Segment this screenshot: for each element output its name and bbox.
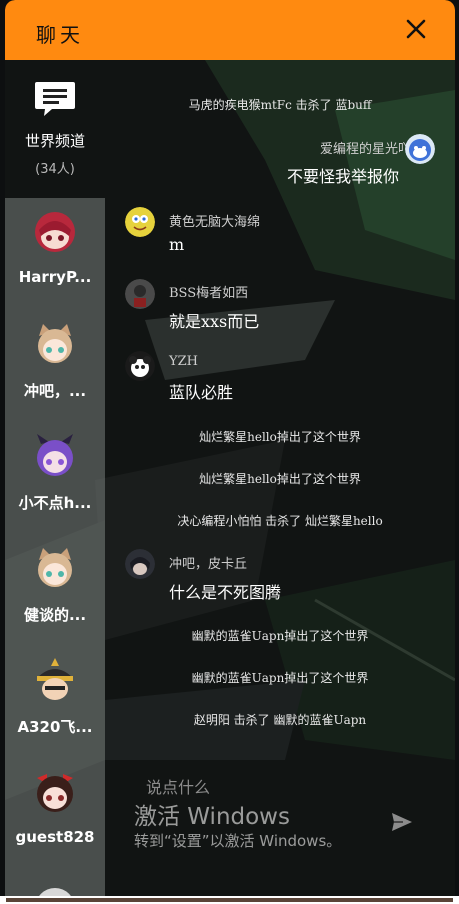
system-message: 幽默的蓝雀Uapn掉出了这个世界 [191,671,369,685]
message-text: 蓝队必胜 [169,383,234,402]
user-name: 冲吧，... [23,382,87,400]
message-sender: 爱编程的星光吖 [319,142,411,157]
system-message: 灿烂繁星hello掉出了这个世界 [199,430,361,444]
message-text: 什么是不死图腾 [169,583,282,602]
avatar-dark-hero[interactable] [125,549,155,579]
avatar-dark-figure[interactable] [125,279,155,309]
chat-window: 聊天 世界频道 (34人) HarryP... 冲吧，... 小不点h... 健… [5,0,455,904]
user-item[interactable]: 健谈的... [5,534,105,646]
chat-bubble-icon [35,82,75,116]
windows-activation-watermark: 激活 Windows [134,804,290,830]
avatar-cat-ears [38,548,72,587]
avatar-cat-ears [38,324,72,363]
system-message: 幽默的蓝雀Uapn掉出了这个世界 [191,629,369,643]
avatar-red-hair [35,212,75,252]
system-message: 赵明阳 击杀了 幽默的蓝雀Uapn [193,713,367,727]
user-item[interactable]: 小不点h... [5,422,105,534]
system-message: 灿烂繁星hello掉出了这个世界 [199,472,361,486]
user-item[interactable]: guest828 [5,758,105,870]
avatar-purple-hair [37,434,73,476]
message-sender: YZH [169,354,198,369]
windows-activation-hint: 转到“设置”以激活 Windows。 [134,832,342,850]
user-name: 健谈的... [23,606,87,624]
avatar-blue-mascot[interactable] [405,134,435,164]
message-text: 不要怪我举报你 [286,167,399,186]
user-name: guest828 [15,828,95,846]
user-name: HarryP... [18,268,92,286]
system-message: 决心编程小怕怕 击杀了 灿烂繁星hello [177,514,383,528]
message-input[interactable]: 说点什么 [146,774,210,798]
chat-header: 聊天 [5,0,455,60]
message-text: 就是xxs而已 [169,312,260,331]
message-sender: BSS梅者如西 [169,286,249,301]
user-name: 小不点h... [18,494,92,512]
channel-member-count: (34人) [35,162,75,177]
message-sender: 冲吧，皮卡丘 [169,557,248,572]
channel-selector[interactable]: 世界频道 (34人) [5,60,105,198]
user-item[interactable]: HarryP... [5,198,105,310]
chat-message-list[interactable]: 马虎的疾电猴mtFc 击杀了 蓝buff 爱编程的星光吖 不要怪我举报你 黄色无… [105,60,455,760]
channel-name: 世界频道 [24,132,85,150]
chat-title: 聊天 [36,23,84,47]
message-sender: 黄色无脑大海绵 [169,215,261,230]
send-icon[interactable] [391,812,413,832]
avatar-panda[interactable] [125,351,155,381]
message-input-area[interactable]: 说点什么 激活 Windows 转到“设置”以激活 Windows。 [105,760,455,904]
avatar-red-bow [37,774,73,812]
user-list[interactable]: HarryP... 冲吧，... 小不点h... 健谈的... A320飞...… [5,198,105,904]
avatar-spongebob[interactable] [125,207,155,237]
avatar-samurai-helmet [37,658,73,700]
user-item[interactable]: A320飞... [5,646,105,758]
close-icon[interactable] [403,16,429,42]
bottom-border [0,896,459,904]
user-name: A320飞... [17,718,93,736]
user-item[interactable]: 冲吧，... [5,310,105,422]
message-text: m [169,235,185,254]
system-message: 马虎的疾电猴mtFc 击杀了 蓝buff [188,98,372,112]
